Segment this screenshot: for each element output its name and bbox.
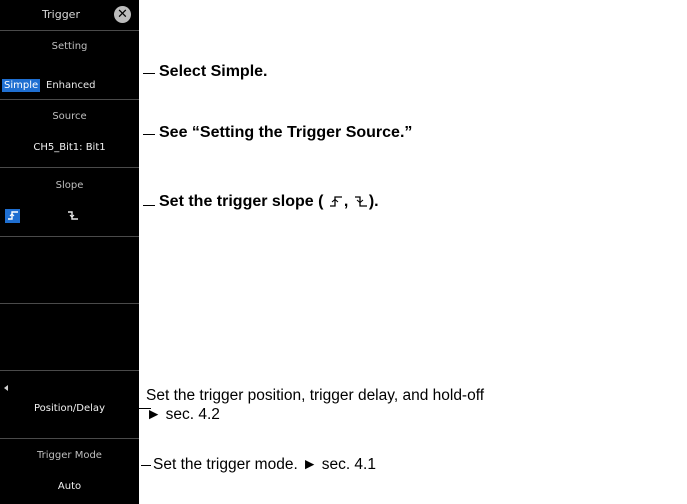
slope-label: Slope [55, 180, 84, 191]
divider [0, 303, 139, 304]
source-button[interactable]: Source CH5_Bit1: Bit1 [0, 100, 139, 166]
callout-mode: Set the trigger mode. ► sec. 4.1 [153, 456, 376, 473]
callout-setting: Select Simple. [159, 63, 268, 80]
leader-line [143, 73, 155, 74]
source-label: Source [52, 111, 87, 122]
position-delay-label: Position/Delay [34, 403, 105, 414]
rising-edge-icon [328, 194, 344, 213]
callout-slope-suffix: ). [368, 193, 379, 210]
callout-position-line1: Set the trigger position, trigger delay,… [146, 387, 485, 404]
panel-header: Trigger ✕ [0, 0, 139, 28]
submenu-arrow-icon [4, 385, 8, 391]
slope-section: Slope [0, 168, 139, 235]
callout-slope-prefix: Set the trigger slope ( [159, 193, 324, 210]
position-delay-button[interactable]: Position/Delay [0, 371, 139, 437]
leader-line [143, 205, 155, 206]
setting-option-enhanced[interactable]: Enhanced [44, 79, 97, 92]
trigger-mode-button[interactable]: Trigger Mode Auto [0, 439, 139, 504]
callout-position-line2: ► sec. 4.2 [146, 406, 220, 423]
falling-edge-icon[interactable] [65, 209, 80, 223]
close-icon[interactable]: ✕ [114, 6, 131, 23]
falling-edge-icon [353, 194, 369, 213]
setting-option-simple[interactable]: Simple [2, 79, 41, 92]
callout-source: See “Setting the Trigger Source.” [159, 124, 413, 141]
rising-edge-icon[interactable] [5, 209, 20, 223]
leader-line [143, 134, 155, 135]
source-value: CH5_Bit1: Bit1 [33, 142, 106, 153]
divider [0, 236, 139, 237]
callout-slope-sep: , [343, 193, 349, 210]
setting-label: Setting [51, 41, 88, 52]
leader-line [141, 465, 151, 466]
callout-slope: Set the trigger slope ( , ). [159, 193, 379, 213]
trigger-mode-label: Trigger Mode [37, 450, 102, 461]
setting-options: Simple Enhanced [0, 79, 139, 95]
trigger-menu-panel: Trigger ✕ Setting Simple Enhanced Source… [0, 0, 139, 504]
panel-title: Trigger [42, 8, 80, 21]
trigger-mode-value: Auto [57, 481, 82, 492]
setting-section: Setting Simple Enhanced [0, 31, 139, 98]
